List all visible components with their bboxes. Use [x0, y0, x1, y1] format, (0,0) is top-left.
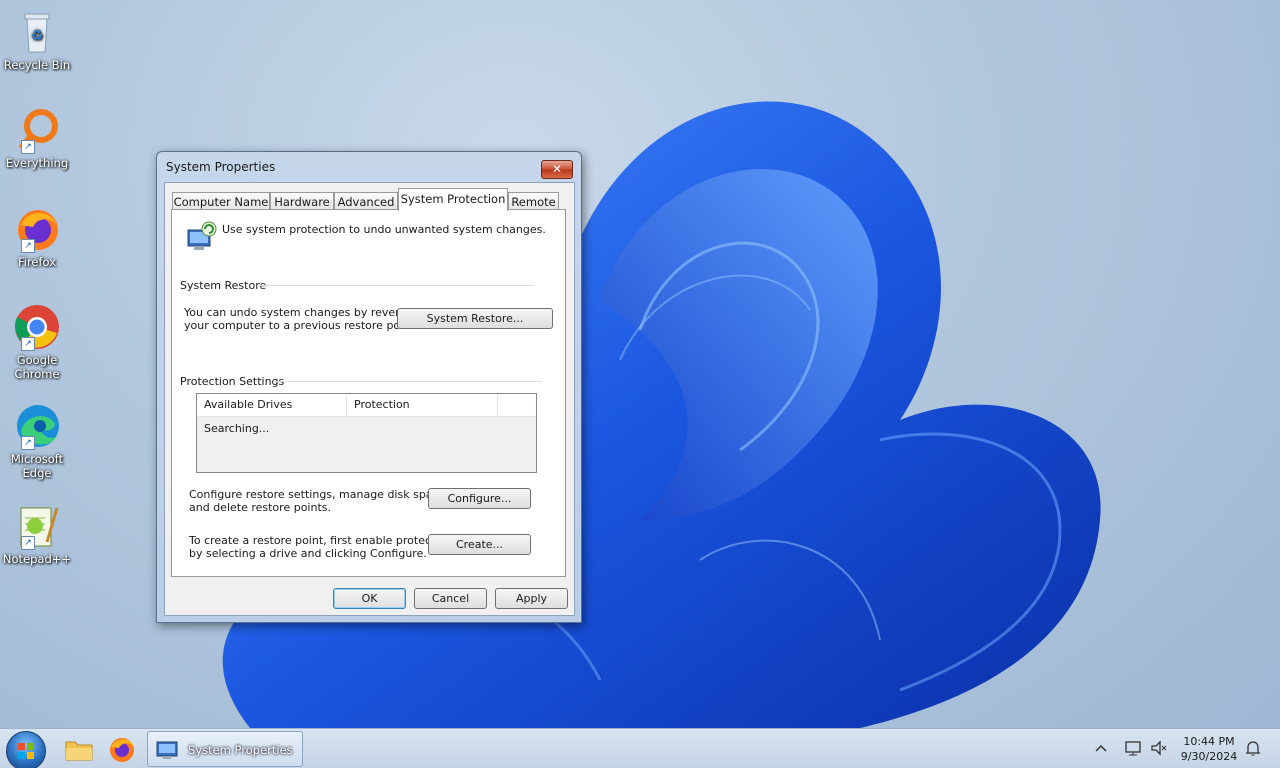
drives-list[interactable]: Available Drives Protection Searching... [196, 393, 537, 473]
tab-hardware[interactable]: Hardware [270, 192, 334, 210]
desktop-icon-google-chrome[interactable]: ↗ Google Chrome [2, 303, 72, 381]
taskbar-file-explorer[interactable] [62, 733, 96, 765]
system-restore-divider [258, 285, 534, 286]
windows-logo-icon [18, 743, 34, 759]
drives-status: Searching... [204, 422, 270, 435]
create-button[interactable]: Create... [428, 534, 531, 555]
network-icon[interactable] [1124, 739, 1142, 757]
configure-desc-line1: Configure restore settings, manage disk … [189, 488, 449, 501]
protection-settings-divider [274, 381, 542, 382]
taskbar: System Properties 10:44 PM 9/30/2024 [0, 728, 1280, 768]
cancel-button[interactable]: Cancel [414, 588, 487, 609]
intro-text: Use system protection to undo unwanted s… [222, 223, 546, 236]
recycle-bin-icon: ♻ [13, 8, 61, 56]
clock-date: 9/30/2024 [1180, 750, 1238, 763]
firefox-icon [110, 738, 134, 762]
system-restore-desc-line1: You can undo system changes by reverting [184, 306, 421, 319]
shortcut-arrow-icon: ↗ [21, 140, 35, 154]
column-available-drives[interactable]: Available Drives [197, 394, 347, 416]
edge-icon: ↗ [13, 402, 61, 450]
create-desc-line2: by selecting a drive and clicking Config… [189, 547, 427, 560]
shortcut-arrow-icon: ↗ [21, 536, 35, 550]
desktop-icon-notepad-plus-plus[interactable]: ↗ Notepad++ [2, 502, 72, 566]
show-hidden-icons-chevron-up-icon[interactable] [1092, 739, 1110, 757]
system-properties-icon [156, 741, 178, 759]
column-protection[interactable]: Protection [347, 394, 498, 416]
system-protection-icon [184, 220, 218, 254]
everything-search-icon: ↗ [13, 106, 61, 154]
desktop-icon-everything[interactable]: ↗ Everything [2, 106, 72, 170]
taskbar-clock[interactable]: 10:44 PM 9/30/2024 [1176, 734, 1242, 764]
tab-system-protection[interactable]: System Protection [398, 188, 508, 211]
dialog-client: Computer Name Hardware Advanced System P… [164, 182, 575, 616]
tab-strip: Computer Name Hardware Advanced System P… [172, 188, 572, 211]
chrome-icon: ↗ [13, 303, 61, 351]
system-protection-panel: Use system protection to undo unwanted s… [171, 209, 566, 577]
drives-list-header: Available Drives Protection [197, 394, 536, 417]
ok-button[interactable]: OK [333, 588, 406, 609]
system-restore-button[interactable]: System Restore... [397, 308, 553, 329]
svg-text:♻: ♻ [31, 28, 44, 44]
column-spacer [498, 394, 536, 416]
start-button[interactable] [6, 731, 46, 768]
notepad-plus-plus-icon: ↗ [13, 502, 61, 550]
desktop-icon-firefox[interactable]: ↗ Firefox [2, 205, 72, 269]
system-restore-heading: System Restore [180, 279, 267, 292]
desktop-icon-microsoft-edge[interactable]: ↗ Microsoft Edge [2, 402, 72, 480]
tab-advanced[interactable]: Advanced [334, 192, 398, 210]
volume-muted-icon[interactable] [1150, 739, 1168, 757]
protection-settings-heading: Protection Settings [180, 375, 285, 388]
clock-time: 10:44 PM [1183, 735, 1235, 748]
taskbar-firefox[interactable] [105, 733, 139, 765]
apply-button[interactable]: Apply [495, 588, 568, 609]
create-desc-line1: To create a restore point, first enable … [189, 534, 453, 547]
dialog-titlebar[interactable]: System Properties ✕ [157, 152, 581, 182]
tab-remote[interactable]: Remote [508, 192, 559, 210]
tab-computer-name[interactable]: Computer Name [172, 192, 270, 210]
close-button[interactable]: ✕ [541, 160, 573, 179]
configure-desc-line2: and delete restore points. [189, 501, 331, 514]
taskbar-task-system-properties[interactable]: System Properties [147, 731, 303, 767]
shortcut-arrow-icon: ↗ [21, 337, 35, 351]
notification-bell-icon[interactable] [1244, 739, 1262, 757]
folder-icon [65, 741, 93, 761]
system-properties-dialog: System Properties ✕ Computer Name Hardwa… [156, 151, 582, 623]
dialog-title: System Properties [166, 160, 276, 174]
desktop-icon-recycle-bin[interactable]: ♻ Recycle Bin [2, 8, 72, 72]
system-restore-desc-line2: your computer to a previous restore poin… [184, 319, 418, 332]
configure-button[interactable]: Configure... [428, 488, 531, 509]
firefox-icon: ↗ [13, 205, 61, 253]
shortcut-arrow-icon: ↗ [21, 436, 35, 450]
shortcut-arrow-icon: ↗ [21, 239, 35, 253]
